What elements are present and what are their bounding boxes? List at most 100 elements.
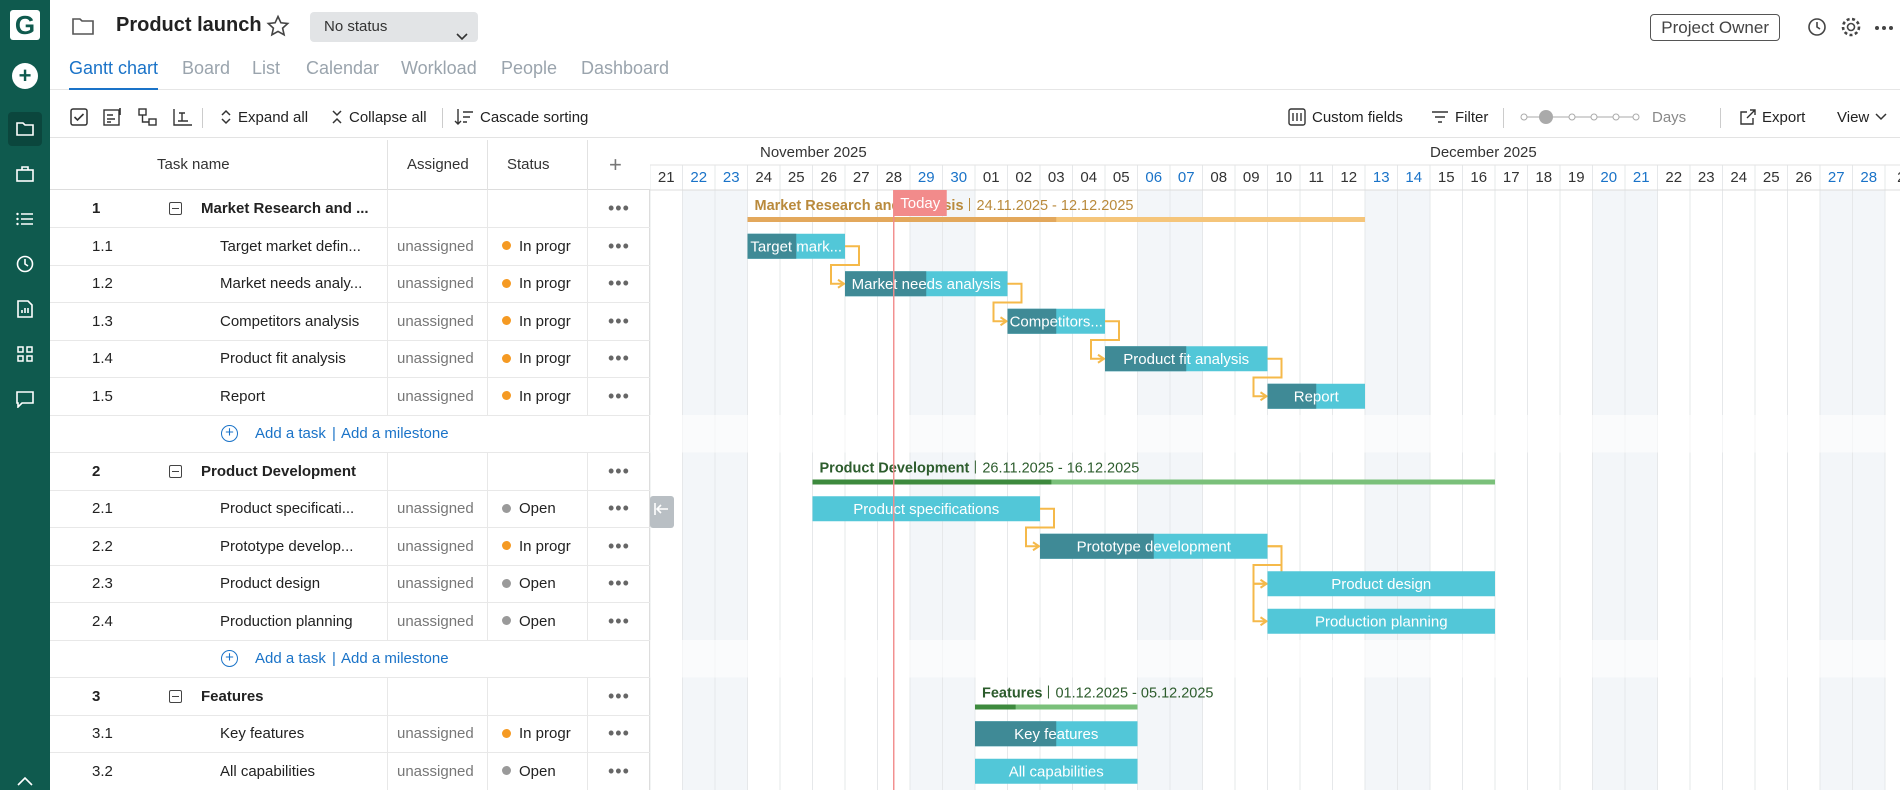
custom-fields-button[interactable]: Custom fields <box>1288 96 1403 138</box>
task-status[interactable]: In progr <box>502 715 574 752</box>
task-assignee[interactable]: unassigned <box>397 490 487 527</box>
row-more-icon[interactable]: ••• <box>608 190 638 227</box>
task-name[interactable]: Market needs analy... <box>220 265 382 302</box>
task-row[interactable]: 1.5 Report unassigned In progr ••• <box>50 377 650 416</box>
star-icon[interactable] <box>266 14 290 43</box>
task-row[interactable]: 3.2 All capabilities unassigned Open ••• <box>50 752 650 790</box>
row-more-icon[interactable]: ••• <box>608 753 638 790</box>
add-column-button[interactable]: + <box>609 140 622 190</box>
collapse-group-icon[interactable] <box>169 464 182 478</box>
task-row[interactable]: 1.3 Competitors analysis unassigned In prog… <box>50 302 650 341</box>
task-assignee[interactable]: unassigned <box>397 528 487 565</box>
view-dropdown[interactable]: View <box>1837 96 1887 138</box>
task-name[interactable]: Product Development <box>201 453 381 490</box>
home-icon[interactable] <box>8 772 42 790</box>
task-name[interactable]: Features <box>201 678 381 715</box>
collapse-grid-button[interactable] <box>650 496 674 528</box>
row-more-icon[interactable]: ••• <box>608 603 638 640</box>
task-name[interactable]: Production planning <box>220 603 382 640</box>
history-icon[interactable] <box>1806 16 1828 43</box>
row-more-icon[interactable]: ••• <box>608 490 638 527</box>
task-assignee[interactable]: unassigned <box>397 565 487 602</box>
task-name[interactable]: Prototype develop... <box>220 528 382 565</box>
task-name[interactable]: Product fit analysis <box>220 340 382 377</box>
row-more-icon[interactable]: ••• <box>608 528 638 565</box>
task-status[interactable]: In progr <box>502 340 574 377</box>
add-task-row[interactable]: + Add a task | Add a milestone <box>50 415 650 453</box>
task-status[interactable]: Open <box>502 603 574 640</box>
time-icon[interactable] <box>8 247 42 281</box>
task-assignee[interactable]: unassigned <box>397 228 487 265</box>
task-row[interactable]: 2.2 Prototype develop... unassigned In prog… <box>50 527 650 566</box>
task-assignee[interactable] <box>397 453 487 490</box>
zoom-slider[interactable]: Days <box>1520 96 1686 138</box>
task-group-row[interactable]: 1 Market Research and ... ••• <box>50 190 650 228</box>
task-name[interactable]: Product design <box>220 565 382 602</box>
task-assignee[interactable]: unassigned <box>397 603 487 640</box>
task-name[interactable]: Competitors analysis <box>220 303 382 340</box>
column-header-task-name[interactable]: Task name <box>157 140 230 190</box>
tab-workload[interactable]: Workload <box>401 58 477 90</box>
apps-icon[interactable] <box>8 337 42 371</box>
task-assignee[interactable]: unassigned <box>397 378 487 415</box>
list-icon[interactable] <box>8 202 42 236</box>
collapse-group-icon[interactable] <box>169 689 182 703</box>
portfolio-icon[interactable] <box>8 157 42 191</box>
task-row[interactable]: 2.4 Production planning unassigned Open ••• <box>50 602 650 641</box>
column-header-assigned[interactable]: Assigned <box>407 140 469 190</box>
task-assignee[interactable]: unassigned <box>397 753 487 790</box>
select-checkbox-icon[interactable] <box>70 96 88 138</box>
task-row[interactable]: 1.2 Market needs analy... unassigned In pro… <box>50 265 650 303</box>
critical-path-icon[interactable] <box>103 96 123 138</box>
row-more-icon[interactable]: ••• <box>608 715 638 752</box>
expand-all-button[interactable]: Expand all <box>220 96 308 138</box>
row-more-icon[interactable]: ••• <box>608 565 638 602</box>
project-title[interactable]: Product launch <box>116 14 262 37</box>
reports-icon[interactable] <box>8 292 42 326</box>
task-status[interactable]: Open <box>502 753 574 790</box>
add-task-link[interactable]: Add a task <box>255 640 326 677</box>
task-assignee[interactable]: unassigned <box>397 340 487 377</box>
tab-calendar[interactable]: Calendar <box>306 58 379 90</box>
row-more-icon[interactable]: ••• <box>608 303 638 340</box>
task-assignee[interactable]: unassigned <box>397 715 487 752</box>
task-status[interactable]: In progr <box>502 265 574 302</box>
project-owner-button[interactable]: Project Owner <box>1650 14 1780 41</box>
task-assignee[interactable] <box>397 678 487 715</box>
task-assignee[interactable]: unassigned <box>397 303 487 340</box>
row-more-icon[interactable]: ••• <box>608 340 638 377</box>
hierarchy-icon[interactable] <box>138 96 158 138</box>
cascade-sorting-button[interactable]: Cascade sorting <box>454 96 588 138</box>
add-task-link[interactable]: Add a task <box>255 415 326 452</box>
chat-icon[interactable] <box>8 382 42 416</box>
task-status[interactable]: In progr <box>502 303 574 340</box>
row-more-icon[interactable]: ••• <box>608 678 638 715</box>
task-status[interactable]: In progr <box>502 378 574 415</box>
task-name[interactable]: Report <box>220 378 382 415</box>
task-status[interactable]: Open <box>502 565 574 602</box>
task-status[interactable]: In progr <box>502 528 574 565</box>
add-milestone-link[interactable]: Add a milestone <box>341 640 449 677</box>
baseline-icon[interactable] <box>172 96 194 138</box>
row-more-icon[interactable]: ••• <box>608 265 638 302</box>
add-task-icon[interactable]: + <box>221 650 238 667</box>
task-group-row[interactable]: 3 Features ••• <box>50 677 650 716</box>
task-name[interactable]: Key features <box>220 715 382 752</box>
tab-gantt-chart[interactable]: Gantt chart <box>69 58 159 90</box>
task-name[interactable]: Target market defin... <box>220 228 382 265</box>
collapse-all-button[interactable]: Collapse all <box>331 96 427 138</box>
tab-list[interactable]: List <box>252 58 280 90</box>
projects-icon[interactable] <box>8 112 42 146</box>
task-row[interactable]: 2.3 Product design unassigned Open ••• <box>50 565 650 603</box>
task-row[interactable]: 1.1 Target market defin... unassigned In pr… <box>50 227 650 266</box>
task-row[interactable]: 2.1 Product specificati... unassigned Open •… <box>50 490 650 528</box>
add-milestone-link[interactable]: Add a milestone <box>341 415 449 452</box>
row-more-icon[interactable]: ••• <box>608 378 638 415</box>
task-name[interactable]: Product specificati... <box>220 490 382 527</box>
collapse-group-icon[interactable] <box>169 202 182 215</box>
filter-button[interactable]: Filter <box>1431 96 1488 138</box>
export-button[interactable]: Export <box>1740 96 1805 138</box>
task-assignee[interactable]: unassigned <box>397 265 487 302</box>
task-group-row[interactable]: 2 Product Development ••• <box>50 452 650 491</box>
task-name[interactable]: Market Research and ... <box>201 190 381 227</box>
